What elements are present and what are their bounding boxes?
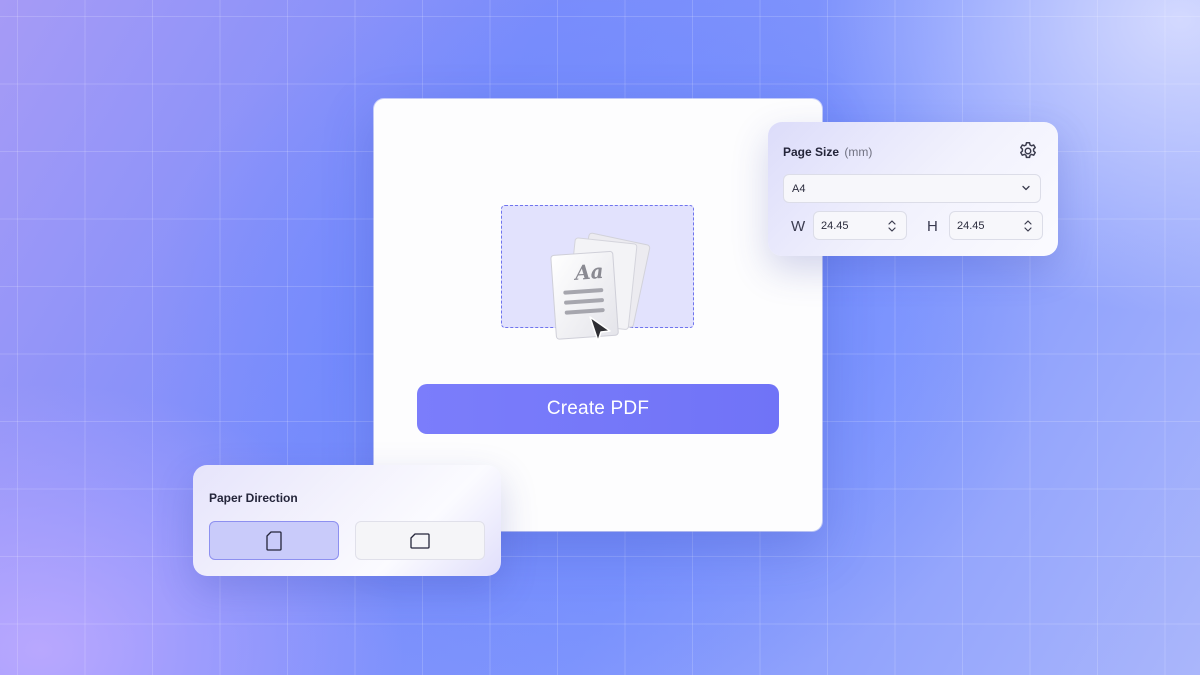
portrait-option-button[interactable] — [209, 521, 339, 560]
width-value: 24.45 — [821, 220, 849, 232]
up-down-chevron-icon[interactable] — [1023, 216, 1033, 236]
create-pdf-button[interactable]: Create PDF — [417, 384, 779, 434]
height-label: H — [927, 218, 938, 235]
chevron-down-icon — [1022, 185, 1030, 191]
document-stack-icon: Aa — [550, 232, 651, 342]
width-stepper[interactable]: 24.45 — [813, 211, 907, 240]
page-size-label: Page Size — [783, 145, 840, 159]
landscape-page-icon — [410, 532, 430, 549]
paper-direction-panel: Paper Direction — [193, 465, 501, 576]
paper-direction-title: Paper Direction — [209, 491, 298, 505]
illustration-aa-text: Aa — [572, 259, 604, 285]
landscape-option-button[interactable] — [355, 521, 485, 560]
width-label: W — [791, 218, 806, 235]
page-size-select[interactable]: A4 — [783, 174, 1041, 203]
page-size-select-value: A4 — [792, 183, 806, 195]
portrait-page-icon — [266, 530, 282, 551]
height-stepper[interactable]: 24.45 — [949, 211, 1043, 240]
up-down-chevron-icon[interactable] — [887, 216, 897, 236]
page-size-unit: (mm) — [844, 145, 873, 159]
gear-icon[interactable] — [1017, 140, 1039, 162]
page-size-title: Page Size (mm) — [783, 145, 872, 159]
height-value: 24.45 — [957, 220, 985, 232]
page-size-panel: Page Size (mm) A4 W 24.45 H 24.45 — [768, 122, 1058, 256]
